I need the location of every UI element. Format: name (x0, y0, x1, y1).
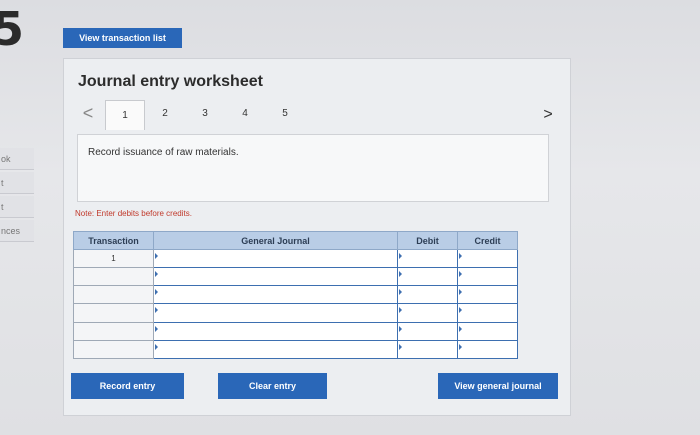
table-row (73, 285, 518, 305)
column-header-debit: Debit (397, 231, 458, 250)
tab-5[interactable]: 5 (265, 100, 305, 126)
table-row (73, 339, 518, 360)
tab-1[interactable]: 1 (105, 100, 145, 130)
record-entry-button[interactable]: Record entry (71, 373, 184, 399)
transaction-cell (73, 285, 154, 305)
left-sidebar-stubs: ok t t nces (0, 140, 36, 260)
debit-input[interactable] (397, 248, 458, 269)
debit-input[interactable] (397, 339, 458, 360)
credit-input[interactable] (457, 339, 518, 360)
side-stub-2[interactable]: t (0, 172, 34, 194)
table-row (73, 303, 518, 323)
question-number: 5 (0, 2, 25, 56)
general-journal-table: Transaction General Journal Debit Credit… (73, 231, 518, 360)
transaction-cell (73, 321, 154, 341)
debit-input[interactable] (397, 303, 458, 323)
view-general-journal-button[interactable]: View general journal (438, 373, 558, 399)
account-input[interactable] (153, 285, 398, 305)
debit-input[interactable] (397, 267, 458, 287)
account-input[interactable] (153, 267, 398, 287)
credit-input[interactable] (457, 267, 518, 287)
previous-page-icon[interactable]: < (80, 102, 96, 124)
view-transaction-list-button[interactable]: View transaction list (63, 28, 182, 48)
tab-4[interactable]: 4 (225, 100, 265, 126)
debit-input[interactable] (397, 285, 458, 305)
account-input[interactable] (153, 248, 398, 269)
transaction-cell (73, 303, 154, 323)
debit-credit-note: Note: Enter debits before credits. (75, 209, 192, 218)
credit-input[interactable] (457, 248, 518, 269)
debit-input[interactable] (397, 321, 458, 341)
transaction-cell (73, 267, 154, 287)
account-input[interactable] (153, 339, 398, 360)
side-stub-4[interactable]: nces (0, 220, 34, 242)
worksheet-title: Journal entry worksheet (78, 73, 263, 90)
column-header-general-journal: General Journal (153, 231, 398, 250)
table-row (73, 267, 518, 287)
table-row (73, 321, 518, 341)
credit-input[interactable] (457, 303, 518, 323)
table-header-row: Transaction General Journal Debit Credit (73, 231, 518, 250)
entry-description: Record issuance of raw materials. (88, 147, 239, 158)
account-input[interactable] (153, 303, 398, 323)
transaction-cell (73, 339, 154, 360)
tab-2[interactable]: 2 (145, 100, 185, 126)
side-stub-3[interactable]: t (0, 196, 34, 218)
column-header-credit: Credit (457, 231, 518, 250)
clear-entry-button[interactable]: Clear entry (218, 373, 327, 399)
credit-input[interactable] (457, 285, 518, 305)
side-stub-1[interactable]: ok (0, 148, 34, 170)
account-input[interactable] (153, 321, 398, 341)
table-row: 1 (73, 248, 518, 269)
tab-3[interactable]: 3 (185, 100, 225, 126)
description-box (77, 134, 549, 202)
transaction-cell: 1 (73, 248, 154, 269)
column-header-transaction: Transaction (73, 231, 154, 250)
credit-input[interactable] (457, 321, 518, 341)
entry-tabs: 1 2 3 4 5 (105, 100, 305, 130)
next-page-icon[interactable]: > (541, 104, 555, 126)
